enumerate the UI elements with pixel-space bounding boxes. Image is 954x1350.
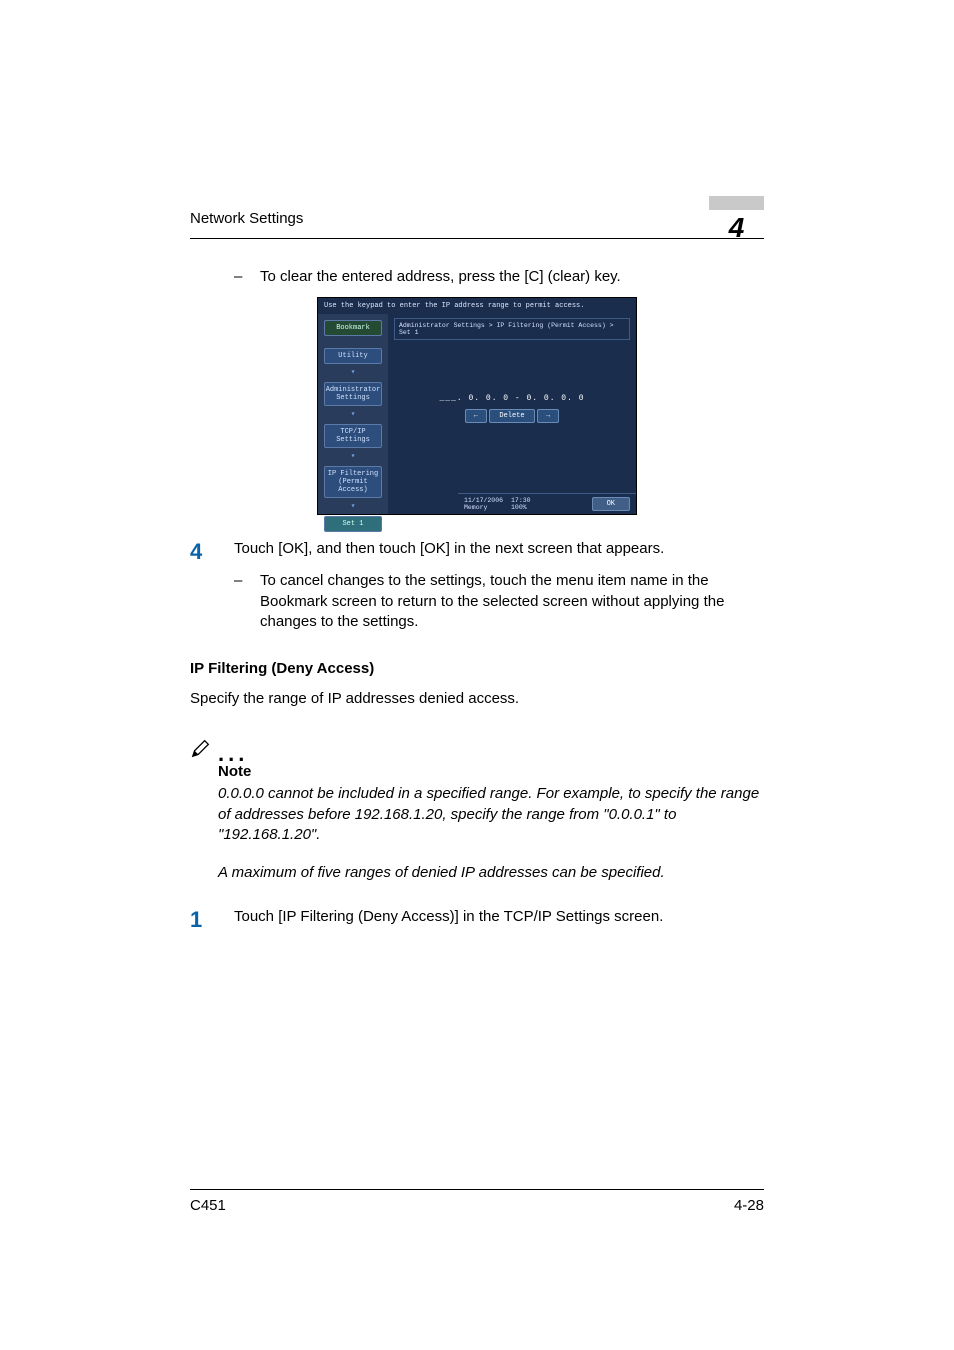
step-4-sub: – To cancel changes to the settings, tou…	[234, 571, 764, 632]
nav-arrow-icon: ▾	[351, 504, 356, 510]
section-paragraph: Specify the range of IP addresses denied…	[190, 689, 764, 709]
nav-utility[interactable]: Utility	[324, 348, 382, 364]
step-1-text: Touch [IP Filtering (Deny Access)] in th…	[234, 907, 764, 933]
dash: –	[234, 571, 260, 632]
nav-tcpip[interactable]: TCP/IP Settings	[324, 424, 382, 448]
step-4-text: Touch [OK], and then touch [OK] in the n…	[234, 539, 764, 565]
ip-entry-area: ___. 0. 0. 0 - 0. 0. 0. 0 ← Delete →	[388, 394, 636, 423]
note-body-2: A maximum of five ranges of denied IP ad…	[218, 863, 764, 883]
note-dots-icon: ...	[218, 749, 248, 759]
ip-delete-button[interactable]: Delete	[489, 409, 535, 423]
note-label: Note	[218, 763, 764, 780]
ip-right-button[interactable]: →	[537, 409, 559, 423]
screenshot-body: Bookmark Utility ▾ Administrator Setting…	[318, 314, 636, 514]
ip-left-button[interactable]: ←	[465, 409, 487, 423]
footer-time: 17:30	[511, 497, 531, 504]
section-heading: IP Filtering (Deny Access)	[190, 660, 764, 677]
chapter-chip	[709, 196, 764, 210]
nav-ip-filtering[interactable]: IP Filtering (Permit Access)	[324, 466, 382, 498]
ip-range-field[interactable]: ___. 0. 0. 0 - 0. 0. 0. 0	[388, 394, 636, 403]
screenshot-footer: 11/17/2006 Memory 17:30 100% OK	[458, 493, 636, 514]
pencil-icon	[190, 737, 212, 759]
chapter-badge: 4	[709, 196, 764, 241]
nav-arrow-icon: ▾	[351, 454, 356, 460]
footer-memory-label: Memory	[464, 504, 503, 511]
footer-date: 11/17/2006	[464, 497, 503, 504]
footer-rule	[190, 1189, 764, 1190]
step-number: 1	[190, 907, 234, 933]
footer-memory-value: 100%	[511, 504, 531, 511]
bookmark-button[interactable]: Bookmark	[324, 320, 382, 336]
nav-arrow-icon: ▾	[351, 412, 356, 418]
ip-controls: ← Delete →	[388, 409, 636, 423]
nav-admin-settings[interactable]: Administrator Settings	[324, 382, 382, 406]
page-header: Network Settings 4	[190, 210, 764, 236]
step-number: 4	[190, 539, 234, 565]
page: Network Settings 4 – To clear the entere…	[0, 0, 954, 1350]
clear-note-row: – To clear the entered address, press th…	[234, 267, 764, 287]
nav-arrow-icon: ▾	[351, 370, 356, 376]
device-screenshot: Use the keypad to enter the IP address r…	[317, 297, 637, 515]
clear-note-text: To clear the entered address, press the …	[260, 267, 764, 287]
chapter-number: 4	[709, 215, 764, 241]
note-body-1: 0.0.0.0 cannot be included in a specifie…	[218, 784, 764, 845]
step-4: 4 Touch [OK], and then touch [OK] in the…	[190, 539, 764, 565]
footer-model: C451	[190, 1197, 226, 1214]
breadcrumb: Administrator Settings > IP Filtering (P…	[394, 318, 630, 340]
dash: –	[234, 267, 260, 287]
screenshot-instruction: Use the keypad to enter the IP address r…	[318, 298, 636, 314]
nav-set1[interactable]: Set 1	[324, 516, 382, 532]
step-1: 1 Touch [IP Filtering (Deny Access)] in …	[190, 907, 764, 933]
ok-button[interactable]: OK	[592, 497, 630, 511]
footer-page: 4-28	[734, 1197, 764, 1214]
header-rule	[190, 238, 764, 239]
header-title: Network Settings	[190, 210, 303, 227]
page-footer: C451 4-28	[190, 1197, 764, 1214]
step-4-sub-text: To cancel changes to the settings, touch…	[260, 571, 764, 632]
note-marker: ...	[190, 737, 764, 759]
screenshot-sidebar: Bookmark Utility ▾ Administrator Setting…	[318, 314, 388, 514]
screenshot-main: Administrator Settings > IP Filtering (P…	[388, 314, 636, 514]
screenshot-wrap: Use the keypad to enter the IP address r…	[190, 297, 764, 515]
